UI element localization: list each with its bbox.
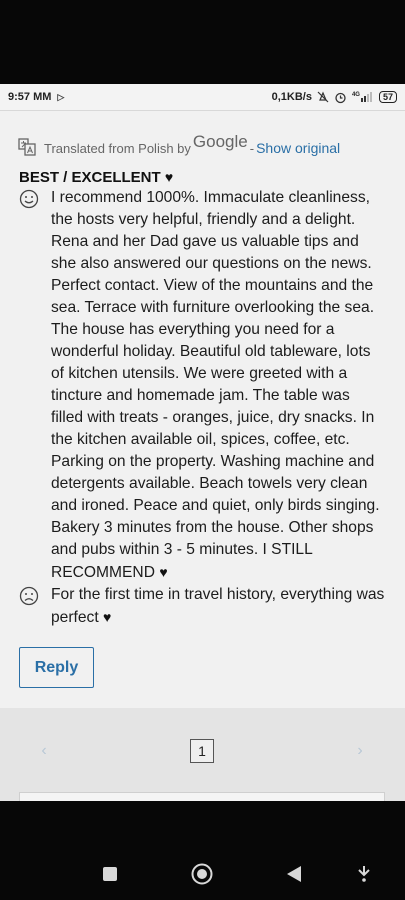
play-icon: ▷ xyxy=(57,91,65,102)
back-button[interactable] xyxy=(283,863,305,885)
square-icon xyxy=(103,867,117,881)
translation-prefix: Translated from Polish by xyxy=(44,141,191,156)
reply-button[interactable]: Reply xyxy=(19,647,94,688)
network-type: 4G xyxy=(351,92,360,98)
network-speed: 0,1KB/s xyxy=(271,91,312,103)
system-nav-bar xyxy=(0,855,405,895)
translation-separator: - xyxy=(249,141,255,156)
heart-icon: ♥ xyxy=(164,169,174,185)
back-triangle-icon xyxy=(287,866,301,882)
pagination: ‹ 1 › xyxy=(19,728,385,774)
next-review-card xyxy=(19,792,385,801)
assistant-button[interactable] xyxy=(353,863,375,885)
heart-icon: ♥ xyxy=(103,609,112,625)
alarm-icon xyxy=(335,92,346,103)
battery-icon: 57 xyxy=(378,91,397,103)
negative-text-body: For the first time in travel history, ev… xyxy=(51,586,385,626)
translate-icon xyxy=(18,138,36,156)
next-page-button[interactable]: › xyxy=(335,742,385,760)
smiley-icon xyxy=(19,189,39,209)
status-divider xyxy=(0,110,405,111)
app-screen: 9:57 MM ▷ 0,1KB/s 4G 57 Translated from … xyxy=(0,84,405,801)
status-bar: 9:57 MM ▷ 0,1KB/s 4G 57 xyxy=(0,84,405,110)
pagination-area: ‹ 1 › xyxy=(0,708,405,801)
review-title: BEST / EXCELLENT ♥ xyxy=(19,169,405,186)
review-negative: For the first time in travel history, ev… xyxy=(19,584,405,629)
heart-icon: ♥ xyxy=(159,564,168,580)
prev-page-button[interactable]: ‹ xyxy=(19,742,69,760)
current-page[interactable]: 1 xyxy=(190,739,214,763)
google-logo: Google xyxy=(192,132,248,151)
review-negative-text: For the first time in travel history, ev… xyxy=(51,584,386,629)
review-title-text: BEST / EXCELLENT xyxy=(19,169,161,186)
status-time: 9:57 MM xyxy=(8,91,52,103)
signal-icon: 4G xyxy=(352,92,372,102)
circle-icon xyxy=(191,863,213,885)
status-right: 0,1KB/s 4G 57 xyxy=(272,91,397,104)
sad-face-icon xyxy=(19,586,39,606)
home-button[interactable] xyxy=(191,863,213,885)
download-arrow-icon xyxy=(358,866,370,882)
translation-notice: Translated from Polish by Google - Show … xyxy=(18,132,405,156)
review-positive-text: I recommend 1000%. Immaculate cleanlines… xyxy=(51,187,386,584)
positive-text-body: I recommend 1000%. Immaculate cleanlines… xyxy=(51,189,380,581)
mute-icon xyxy=(317,91,329,103)
show-original-link[interactable]: Show original xyxy=(256,140,340,156)
recent-apps-button[interactable] xyxy=(99,863,121,885)
review-positive: I recommend 1000%. Immaculate cleanlines… xyxy=(19,187,405,584)
